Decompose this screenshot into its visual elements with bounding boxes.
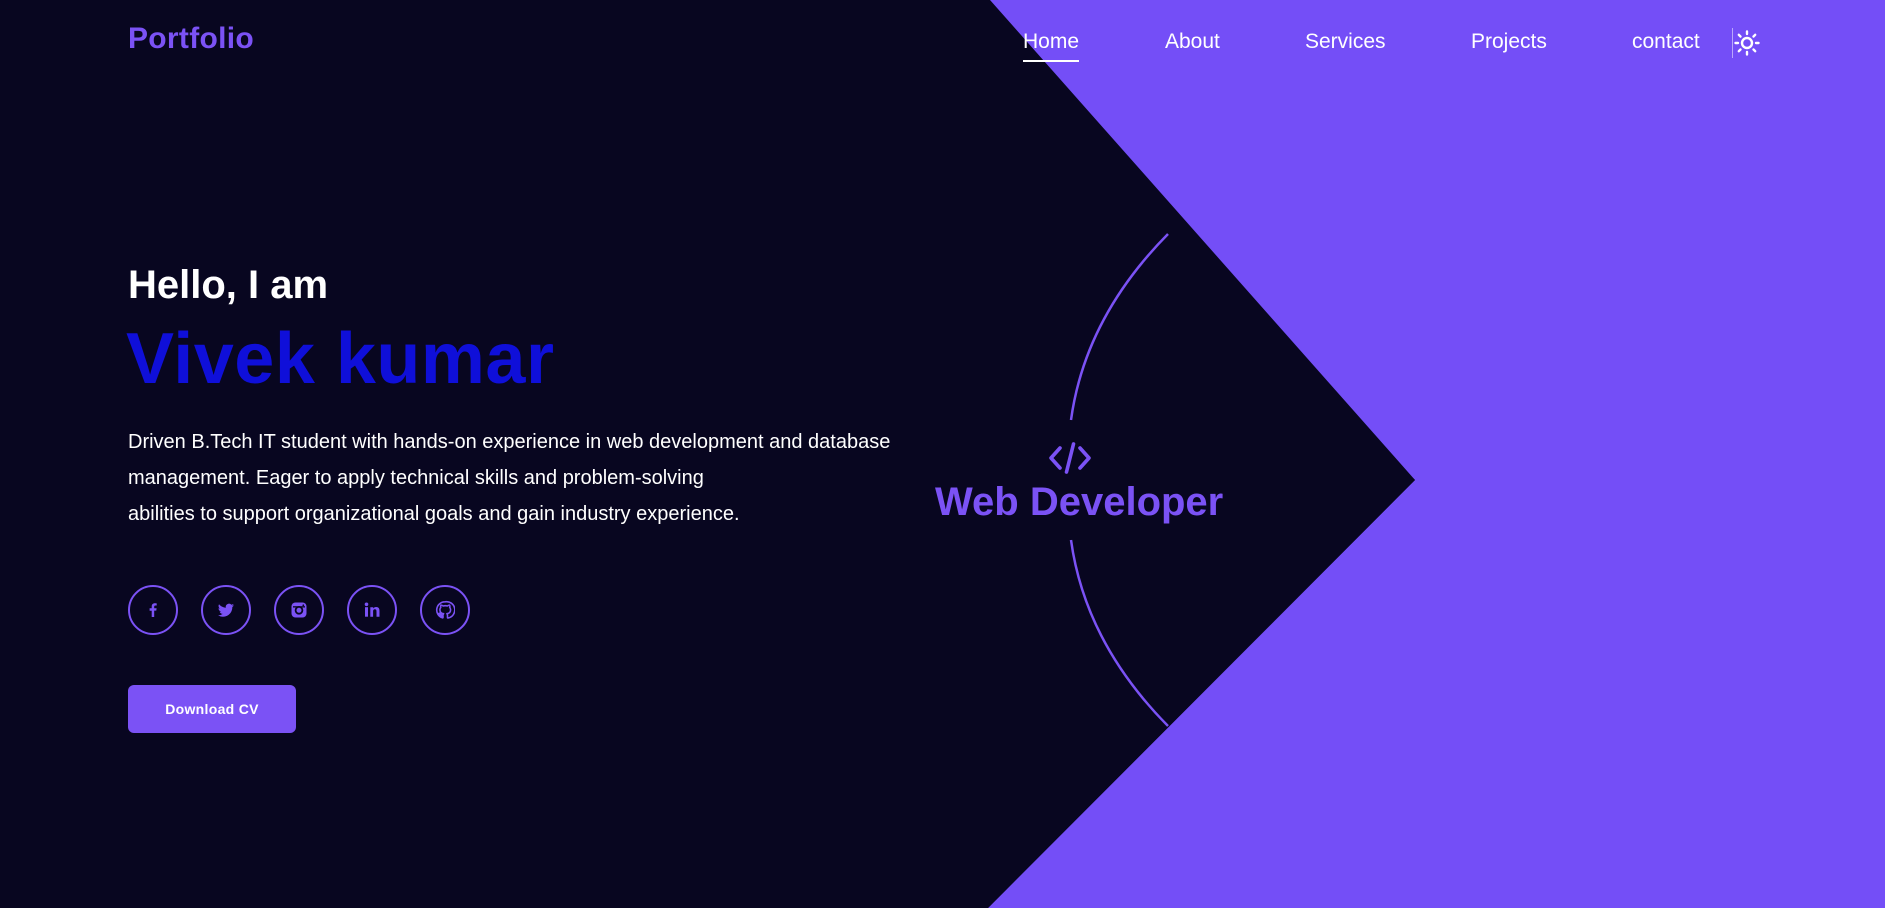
nav-about[interactable]: About	[1165, 30, 1220, 54]
nav-services[interactable]: Services	[1305, 30, 1386, 54]
role-title: Web Developer	[935, 480, 1224, 524]
twitter-link[interactable]	[201, 585, 251, 635]
sun-icon	[1734, 30, 1760, 56]
nav-projects[interactable]: Projects	[1471, 30, 1547, 54]
greeting: Hello, I am	[128, 263, 329, 307]
linkedin-icon	[364, 602, 380, 617]
download-cv-button[interactable]: Download CV	[128, 685, 296, 733]
bio: Driven B.Tech IT student with hands-on e…	[128, 424, 938, 532]
github-icon	[435, 600, 455, 619]
github-link[interactable]	[420, 585, 470, 635]
facebook-icon	[149, 603, 157, 617]
instagram-icon	[291, 602, 307, 618]
page: Portfolio Home About Services Projects c…	[0, 0, 1885, 908]
bio-line: abilities to support organizational goal…	[128, 503, 740, 525]
twitter-icon	[218, 603, 234, 617]
social-links	[128, 585, 470, 635]
bio-line: management. Eager to apply technical ski…	[128, 467, 704, 489]
theme-toggle-button[interactable]	[1732, 28, 1762, 58]
nav-contact[interactable]: contact	[1632, 30, 1700, 54]
linkedin-link[interactable]	[347, 585, 397, 635]
main-nav: Home About Services Projects contact	[0, 28, 1885, 68]
nav-home[interactable]: Home	[1023, 30, 1080, 62]
code-icon	[1049, 442, 1091, 474]
bio-line: Driven B.Tech IT student with hands-on e…	[128, 431, 891, 453]
instagram-link[interactable]	[274, 585, 324, 635]
hero-name: Vivek kumar	[126, 319, 555, 399]
facebook-link[interactable]	[128, 585, 178, 635]
